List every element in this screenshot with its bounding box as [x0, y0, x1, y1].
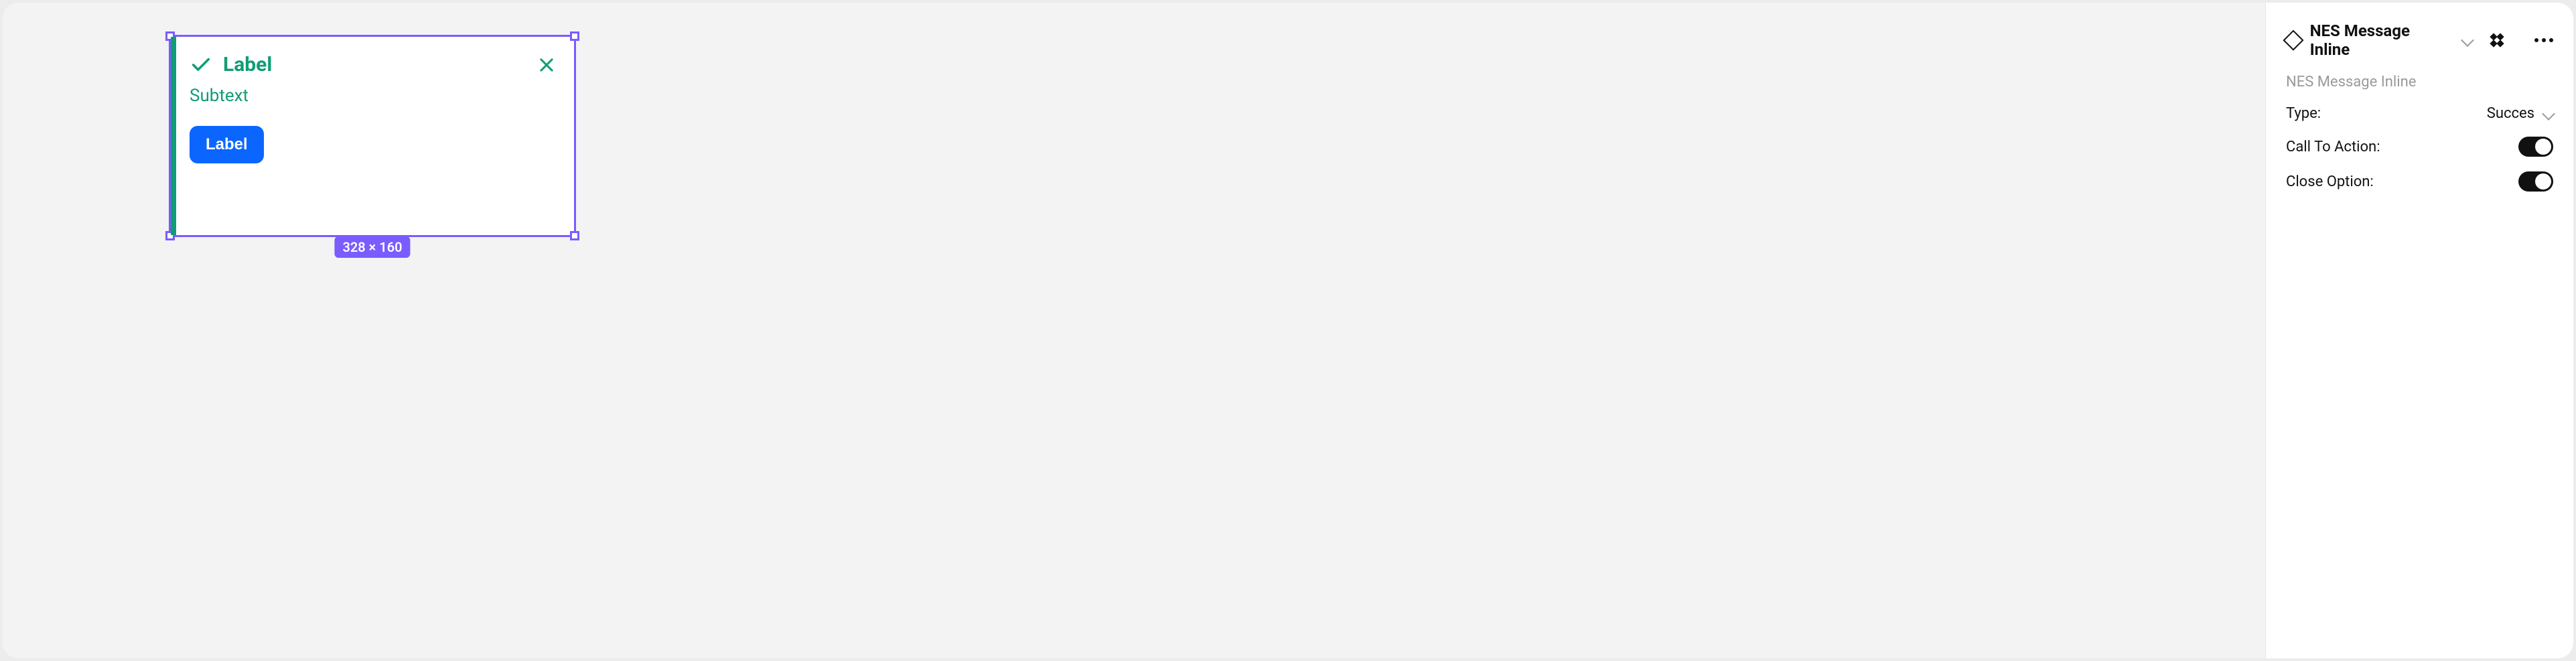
close-icon[interactable] — [538, 56, 555, 74]
prop-value-type[interactable]: Succes — [2487, 105, 2553, 122]
selection-frame[interactable]: 328 × 160 Label Subtext Label — [169, 35, 576, 237]
component-icon — [2283, 30, 2303, 51]
inspector-panel: NES Message Inline NES Message Inline Ty… — [2265, 3, 2573, 658]
toggle-call-to-action[interactable] — [2518, 137, 2553, 157]
message-subtext: Subtext — [190, 86, 555, 106]
type-value-text: Succes — [2487, 105, 2534, 122]
inspector-header: NES Message Inline — [2286, 21, 2553, 59]
variants-icon[interactable] — [2491, 34, 2504, 46]
message-title: Label — [223, 53, 272, 76]
design-canvas[interactable]: 328 × 160 Label Subtext Label — [3, 3, 2265, 658]
prop-row-cta: Call To Action: — [2286, 137, 2553, 157]
toggle-close-option[interactable] — [2518, 171, 2553, 192]
inspector-subtitle: NES Message Inline — [2286, 74, 2553, 90]
chevron-down-icon[interactable] — [2461, 33, 2474, 47]
message-header-row: Label — [190, 53, 555, 76]
more-icon[interactable] — [2534, 38, 2553, 42]
workspace: 328 × 160 Label Subtext Label NES Messag… — [3, 3, 2573, 658]
inspector-title[interactable]: NES Message Inline — [2310, 21, 2451, 59]
prop-label-cta: Call To Action: — [2286, 139, 2380, 155]
prop-label-close: Close Option: — [2286, 173, 2374, 190]
checkmark-icon — [190, 54, 212, 76]
prop-row-type: Type: Succes — [2286, 105, 2553, 122]
message-inline-component[interactable]: Label Subtext Label — [171, 37, 574, 235]
prop-row-close: Close Option: — [2286, 171, 2553, 192]
cta-button[interactable]: Label — [190, 126, 264, 163]
chevron-down-icon — [2542, 107, 2555, 121]
selection-dimensions-badge: 328 × 160 — [334, 236, 410, 258]
prop-label-type: Type: — [2286, 105, 2321, 122]
